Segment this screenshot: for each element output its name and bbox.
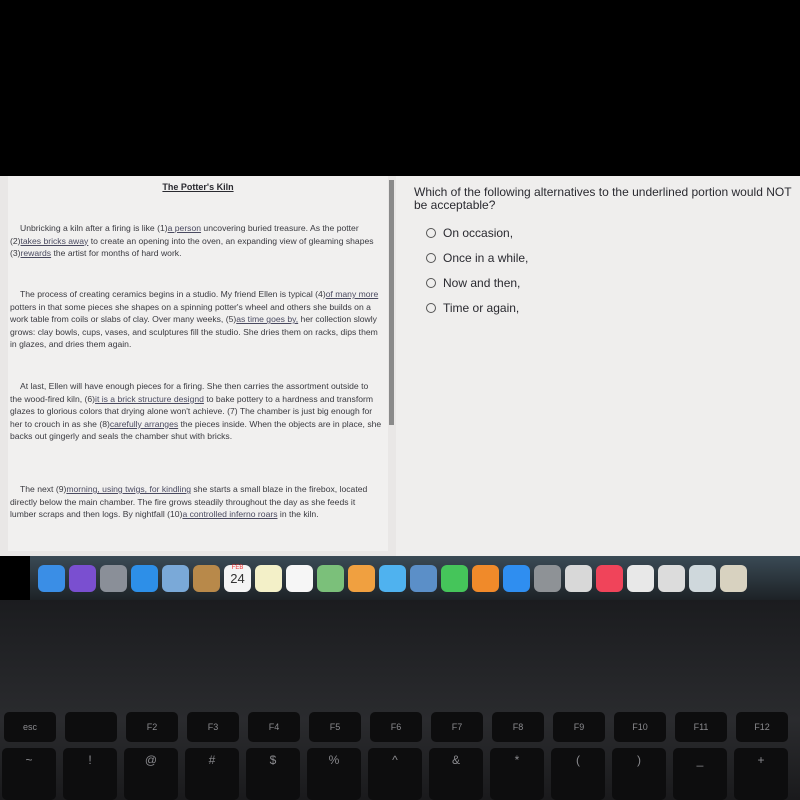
text-segment: The next (9): [20, 484, 67, 494]
radio-button[interactable]: [426, 278, 436, 288]
text-segment: Unbricking a kiln after a firing is like…: [20, 223, 168, 233]
number-key[interactable]: (: [551, 748, 605, 800]
answer-option[interactable]: Now and then,: [426, 276, 520, 290]
question-pane: Which of the following alternatives to t…: [396, 176, 800, 556]
keyboard: esc F2 F3 F4 F5 F6 F7 F8 F9 F10 F11 F12 ~! @ # $% ^ & *() _…: [0, 600, 800, 800]
underlined-portion[interactable]: as time goes by,: [236, 314, 298, 324]
notes-folder-icon[interactable]: [193, 564, 220, 592]
maps-icon[interactable]: [317, 564, 344, 592]
number-key[interactable]: ~: [2, 748, 56, 800]
messages-icon[interactable]: [379, 564, 406, 592]
function-key[interactable]: F4: [248, 712, 300, 742]
function-key[interactable]: F9: [553, 712, 605, 742]
underlined-portion[interactable]: takes bricks away: [21, 236, 89, 246]
question-text: Which of the following alternatives to t…: [414, 185, 792, 212]
number-key[interactable]: _: [673, 748, 727, 800]
stickies-icon[interactable]: [255, 564, 282, 592]
text-segment: the artist for months of hard work.: [51, 248, 182, 259]
underlined-portion[interactable]: rewards: [21, 248, 52, 258]
passage-paragraph: At last, Ellen will have enough pieces f…: [10, 380, 382, 443]
photos-icon[interactable]: [348, 564, 375, 592]
number-key[interactable]: !: [63, 748, 117, 800]
function-key[interactable]: F10: [614, 712, 666, 742]
function-key[interactable]: F12: [736, 712, 788, 742]
function-key[interactable]: esc: [4, 712, 56, 742]
mail-icon[interactable]: [162, 564, 189, 592]
answer-option[interactable]: On occasion,: [426, 226, 513, 240]
underlined-portion[interactable]: carefully arranges: [110, 419, 178, 429]
underlined-portion[interactable]: a person: [168, 223, 201, 233]
books-icon[interactable]: [472, 564, 499, 592]
passage-paragraph: The next (9)morning, using twigs, for ki…: [10, 483, 382, 521]
system-preferences-icon[interactable]: [534, 564, 561, 592]
underlined-portion[interactable]: morning, using twigs, for kindling: [66, 484, 191, 494]
dock: FEB 24: [30, 556, 800, 600]
finder-icon[interactable]: [38, 564, 65, 592]
screen: The Potter's Kiln Unbricking a kiln afte…: [0, 176, 800, 556]
function-key[interactable]: F2: [126, 712, 178, 742]
underlined-portion[interactable]: a controlled inferno roars: [182, 509, 277, 519]
reminders-icon[interactable]: [286, 564, 313, 592]
music-icon[interactable]: [596, 564, 623, 592]
number-key[interactable]: ^: [368, 748, 422, 800]
function-key[interactable]: F6: [370, 712, 422, 742]
scrollbar[interactable]: [389, 180, 394, 425]
number-key[interactable]: $: [246, 748, 300, 800]
passage-paragraph: Unbricking a kiln after a firing is like…: [10, 222, 382, 260]
number-key[interactable]: ): [612, 748, 666, 800]
screenshot-icon[interactable]: [720, 564, 747, 592]
option-label: On occasion,: [443, 226, 514, 240]
function-key[interactable]: F5: [309, 712, 361, 742]
text-segment: in the kiln.: [277, 509, 319, 520]
answer-option[interactable]: Once in a while,: [426, 251, 528, 265]
document-icon[interactable]: [627, 564, 654, 592]
option-label: Once in a while,: [443, 251, 529, 265]
screenshot-icon[interactable]: [658, 564, 685, 592]
roblox-icon[interactable]: [565, 564, 592, 592]
function-key[interactable]: [65, 712, 117, 742]
underlined-portion[interactable]: of many more: [326, 289, 379, 299]
passage-pane: The Potter's Kiln Unbricking a kiln afte…: [8, 176, 388, 551]
underlined-portion[interactable]: it is a brick structure designd: [95, 394, 204, 404]
number-key[interactable]: *: [490, 748, 544, 800]
calendar-day: 24: [230, 570, 245, 586]
app-store-icon[interactable]: [503, 564, 530, 592]
number-key[interactable]: @: [124, 748, 178, 800]
function-key[interactable]: F8: [492, 712, 544, 742]
number-key[interactable]: %: [307, 748, 361, 800]
function-key[interactable]: F11: [675, 712, 727, 742]
number-key[interactable]: &: [429, 748, 483, 800]
passage-paragraph: The process of creating ceramics begins …: [10, 288, 382, 351]
number-key[interactable]: +: [734, 748, 788, 800]
calendar-icon[interactable]: FEB 24: [224, 564, 251, 592]
siri-icon[interactable]: [69, 564, 96, 592]
text-segment: The process of creating ceramics begins …: [20, 289, 326, 299]
answer-option[interactable]: Time or again,: [426, 301, 519, 315]
radio-button[interactable]: [426, 228, 436, 238]
option-label: Time or again,: [443, 301, 520, 315]
function-key[interactable]: F3: [187, 712, 239, 742]
launchpad-icon[interactable]: [100, 564, 127, 592]
screenshot-icon[interactable]: [689, 564, 716, 592]
function-key[interactable]: F7: [431, 712, 483, 742]
option-label: Now and then,: [443, 276, 521, 290]
facetime-icon[interactable]: [441, 564, 468, 592]
number-key[interactable]: #: [185, 748, 239, 800]
safari-icon[interactable]: [131, 564, 158, 592]
radio-button[interactable]: [426, 253, 436, 263]
passage-title: The Potter's Kiln: [162, 182, 234, 192]
preview-icon[interactable]: [410, 564, 437, 592]
radio-button[interactable]: [426, 303, 436, 313]
